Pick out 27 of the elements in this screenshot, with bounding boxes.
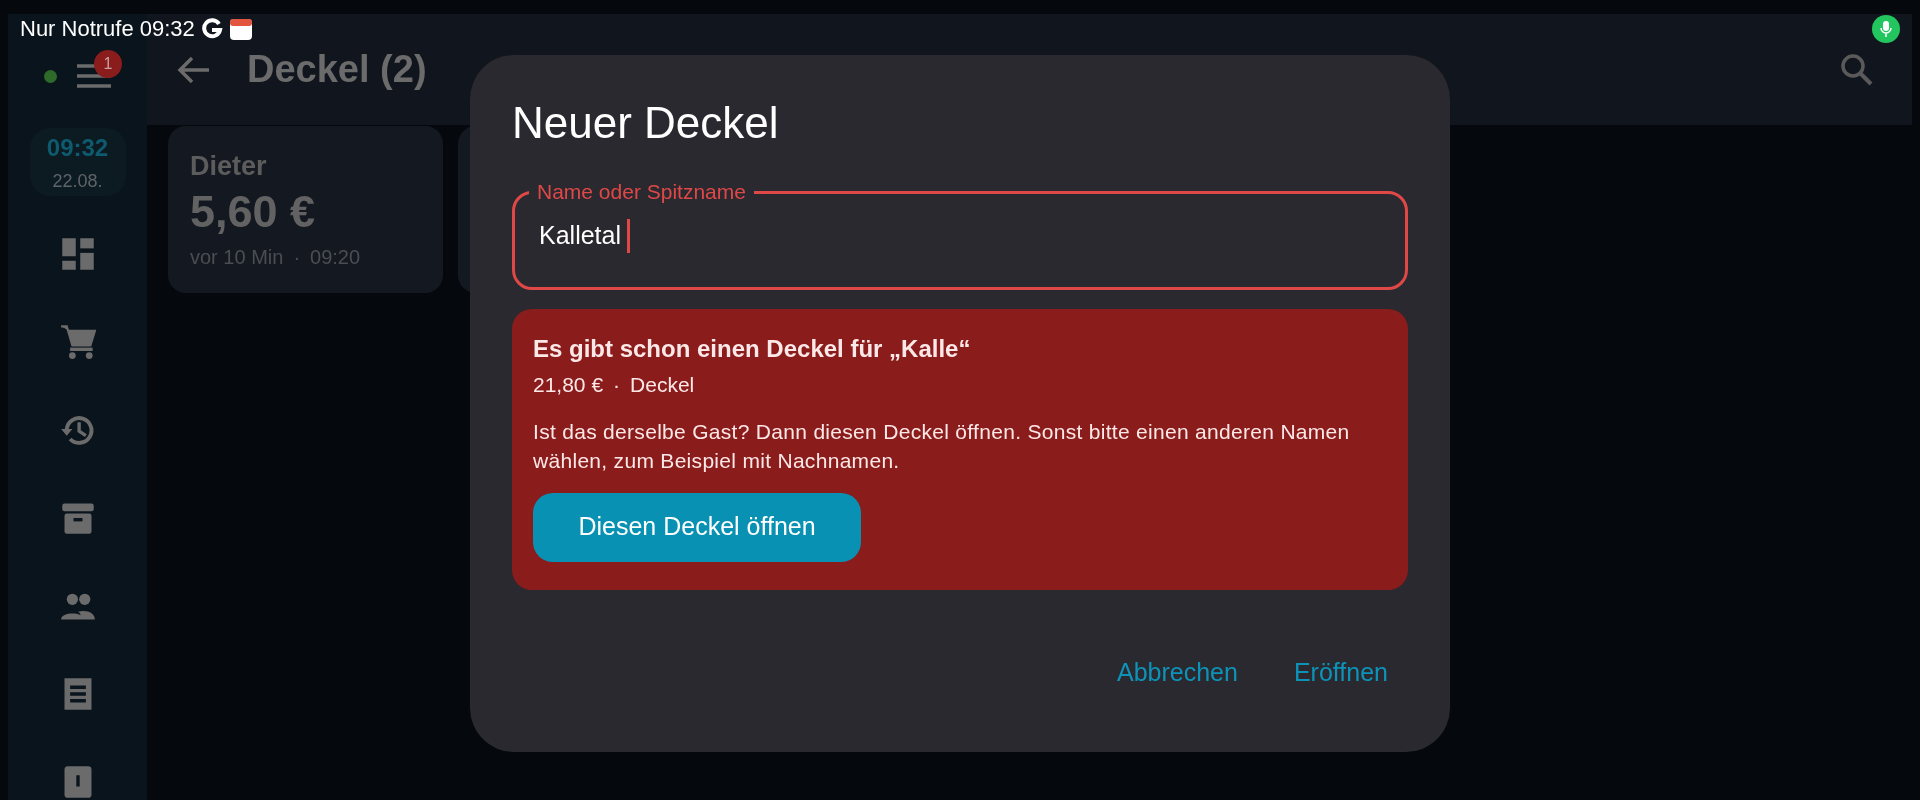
separator-dot: · xyxy=(293,245,301,270)
cart-icon[interactable] xyxy=(59,324,96,360)
warning-message: Ist das derselbe Gast? Dann diesen Deckel öffnen. Sonst bitte einen anderen Namen wählen, zum Beispiel mit Nachnamen. xyxy=(533,418,1351,474)
page-title: Deckel (2) xyxy=(247,47,427,92)
back-arrow-icon[interactable] xyxy=(177,54,211,85)
google-icon xyxy=(200,17,223,40)
status-text: Nur Notrufe xyxy=(20,15,134,43)
tab-amount: 21,80 € xyxy=(533,372,604,398)
dialog-action-button[interactable]: Abbrechen xyxy=(1117,653,1238,691)
clock-time: 09:32 xyxy=(46,132,109,163)
notification-badge: 1 xyxy=(94,50,122,78)
field-label: Name oder Spitzname xyxy=(536,180,747,204)
text-cursor xyxy=(627,219,630,253)
status-time: 09:32 xyxy=(139,15,195,43)
dialog-title: Neuer Deckel xyxy=(512,97,780,149)
warning-title: Es gibt schon einen Deckel für „Kalle“ xyxy=(533,334,972,364)
tab-amount: 5,60 € xyxy=(190,184,317,239)
tab-name: Dieter xyxy=(190,150,268,183)
open-tab-button[interactable]: Diesen Deckel öffnen xyxy=(533,492,861,562)
dashboard-icon[interactable] xyxy=(59,236,96,272)
dialog-action-button[interactable]: Eröffnen xyxy=(1293,653,1388,691)
tab-type: Deckel xyxy=(630,372,695,398)
search-icon[interactable] xyxy=(1840,52,1874,87)
field-value: Kalletal xyxy=(539,220,621,252)
clock-date: 22.08. xyxy=(52,169,103,193)
separator-dot: · xyxy=(613,372,621,398)
archive-icon[interactable] xyxy=(59,500,96,536)
